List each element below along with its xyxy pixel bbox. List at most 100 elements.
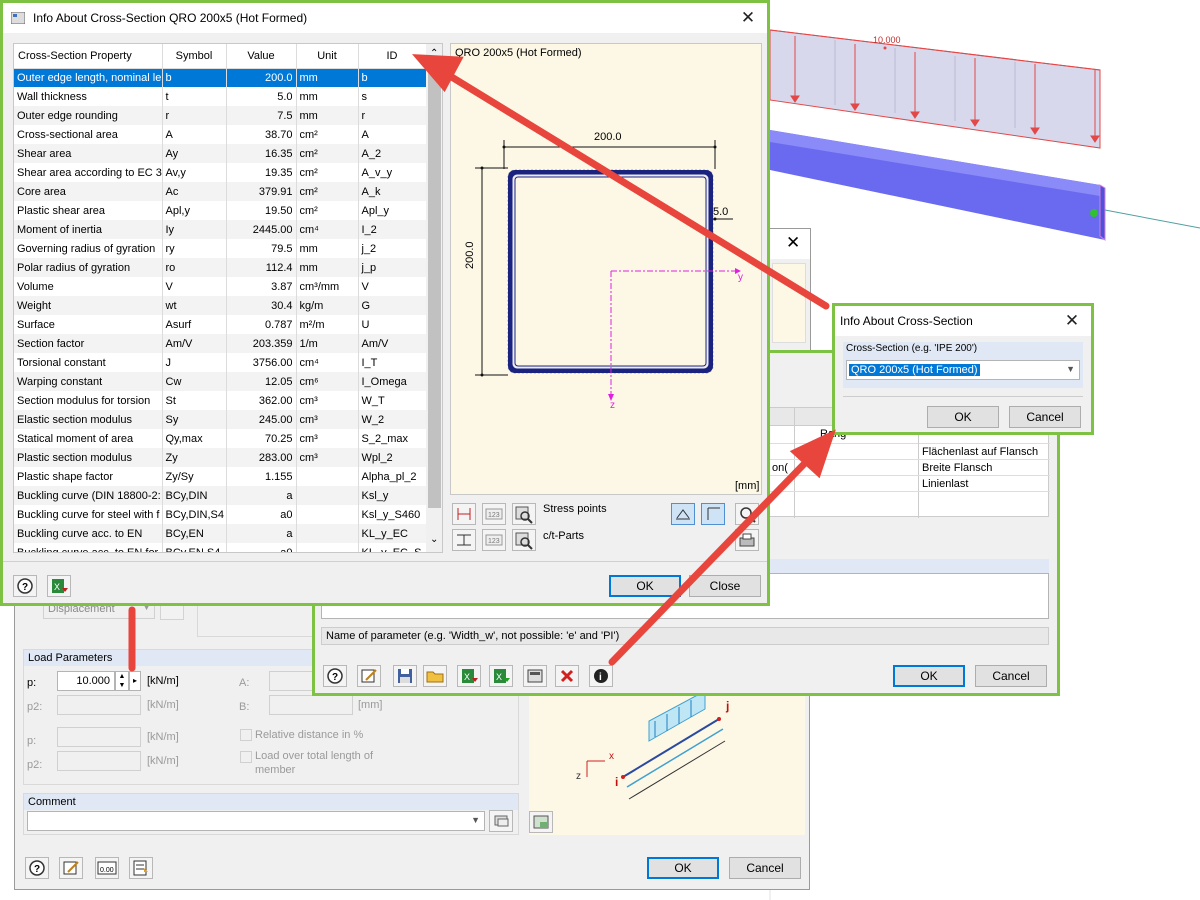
zoom-icon[interactable] — [512, 503, 536, 525]
close-icon[interactable]: ✕ — [1061, 310, 1083, 332]
table-row[interactable]: Warping constant Cw 12.05 cm⁶ I_Omega — [14, 372, 427, 391]
table-row[interactable]: Governing radius of gyration ry 79.5 mm j_2 — [14, 239, 427, 258]
import-excel-icon[interactable]: X — [489, 665, 513, 687]
ct-zoom-icon[interactable] — [512, 529, 536, 551]
scroll-up-icon[interactable]: ⌃ — [430, 48, 438, 59]
cross-section-select[interactable]: QRO 200x5 (Hot Formed) ▼ — [846, 360, 1080, 380]
cell-property: Shear area — [14, 144, 163, 163]
a-input[interactable] — [269, 671, 315, 691]
param-row-1[interactable]: Flächenlast auf Flansch — [922, 446, 1038, 458]
numeric-format-button[interactable]: 0.00 — [95, 857, 119, 879]
ct-dimension-icon[interactable] — [452, 529, 476, 551]
cell-symbol: ro — [162, 258, 227, 277]
p2-unit-1: [kN/m] — [147, 699, 179, 711]
col-property-header[interactable]: Cross-Section Property — [14, 44, 163, 69]
relative-distance-checkbox[interactable] — [240, 729, 252, 741]
table-row[interactable]: Buckling curve acc. to EN for BCy,EN,S4 a0… — [14, 543, 427, 552]
table-row[interactable]: Cross-sectional area A 38.70 cm² A — [14, 125, 427, 144]
load-cancel-button[interactable]: Cancel — [729, 857, 801, 879]
print-icon[interactable] — [735, 529, 759, 551]
table-row[interactable]: Plastic shear area Apl,y 19.50 cm² Apl_y — [14, 201, 427, 220]
parameter-cancel-button[interactable]: Cancel — [975, 665, 1047, 687]
col-id-header[interactable]: ID — [358, 44, 427, 69]
ct-numbering-icon[interactable]: 123 — [482, 529, 506, 551]
cross-section-ok-button[interactable]: OK — [927, 406, 999, 428]
table-row[interactable]: Outer edge length, nominal le b 200.0 mm b — [14, 68, 427, 87]
cell-unit: cm³/mm — [296, 277, 359, 296]
close-icon[interactable]: ✕ — [786, 233, 800, 253]
open-folder-icon[interactable] — [423, 665, 447, 687]
table-row[interactable]: Section factor Am/V 203.359 1/m Am/V — [14, 334, 427, 353]
table-row[interactable]: Volume V 3.87 cm³/mm V — [14, 277, 427, 296]
table-row[interactable]: Section modulus for torsion St 362.00 cm³ W_… — [14, 391, 427, 410]
view-iso-icon[interactable] — [671, 503, 695, 525]
cross-section-cancel-button[interactable]: Cancel — [1009, 406, 1081, 428]
table-row[interactable]: Elastic section modulus Sy 245.00 cm³ W_2 — [14, 410, 427, 429]
table-options-button[interactable] — [129, 857, 153, 879]
diagram-options-button[interactable] — [529, 811, 553, 833]
table-row[interactable]: Plastic section modulus Zy 283.00 cm³ Wpl_2 — [14, 448, 427, 467]
export-excel-button[interactable]: X — [47, 575, 71, 597]
load-value-label: 10.000 — [873, 35, 901, 45]
col-symbol-header[interactable]: Symbol — [162, 44, 227, 69]
scroll-down-icon[interactable]: ⌄ — [430, 534, 438, 545]
table-row[interactable]: Shear area Ay 16.35 cm² A_2 — [14, 144, 427, 163]
numbering-icon[interactable]: 123 — [482, 503, 506, 525]
comment-input[interactable]: ▼ — [27, 811, 485, 831]
table-row[interactable]: Outer edge rounding r 7.5 mm r — [14, 106, 427, 125]
export-excel-icon[interactable]: X — [457, 665, 481, 687]
cell-value: 2445.00 — [226, 220, 297, 239]
table-row[interactable]: Moment of inertia Iy 2445.00 cm⁴ I_2 — [14, 220, 427, 239]
info-icon[interactable]: i — [589, 665, 613, 687]
help-button[interactable]: ? — [13, 575, 37, 597]
load-over-total-checkbox[interactable] — [240, 751, 252, 763]
col-unit-header[interactable]: Unit — [296, 44, 359, 69]
delete-icon[interactable] — [555, 665, 579, 687]
table-row[interactable]: Shear area according to EC 3 Av,y 19.35 cm²… — [14, 163, 427, 182]
cell-symbol: J — [162, 353, 227, 372]
p-input[interactable]: 10.000 — [57, 671, 115, 691]
table-row[interactable]: Buckling curve for steel with f BCy,DIN,S… — [14, 505, 427, 524]
info-dialog-titlebar: Info About Cross-Section QRO 200x5 (Hot … — [3, 3, 767, 33]
p2-input-2[interactable] — [57, 751, 141, 771]
view-axes-icon[interactable] — [701, 503, 725, 525]
table-row[interactable]: Torsional constant J 3756.00 cm⁴ I_T — [14, 353, 427, 372]
info-ok-button[interactable]: OK — [609, 575, 681, 597]
p2-input-1[interactable] — [57, 695, 141, 715]
param-row-3[interactable]: Linienlast — [922, 478, 968, 490]
b-input[interactable] — [269, 695, 353, 715]
table-row[interactable]: Weight wt 30.4 kg/m G — [14, 296, 427, 315]
comment-edit-button[interactable] — [489, 810, 513, 832]
dimension-icon[interactable] — [452, 503, 476, 525]
p-arrow-button[interactable]: ▸ — [129, 671, 141, 691]
cell-property: Shear area according to EC 3 — [14, 163, 163, 182]
cell-symbol: Asurf — [162, 315, 227, 334]
help-button[interactable]: ? — [25, 857, 49, 879]
cell-value: 7.5 — [226, 106, 297, 125]
table-row[interactable]: Plastic shape factor Zy/Sy 1.155 Alpha_pl_2 — [14, 467, 427, 486]
parameter-ok-button[interactable]: OK — [893, 665, 965, 687]
help-button[interactable]: ? — [323, 665, 347, 687]
table-scrollbar[interactable]: ⌃ ⌄ — [426, 44, 442, 552]
table-row[interactable]: Polar radius of gyration ro 112.4 mm j_p — [14, 258, 427, 277]
scroll-thumb[interactable] — [428, 68, 441, 508]
col-value-header[interactable]: Value — [226, 44, 297, 69]
p-input-2[interactable] — [57, 727, 141, 747]
p-spinner[interactable]: ▲ ▼ — [115, 671, 129, 691]
search-icon[interactable] — [735, 503, 759, 525]
load-ok-button[interactable]: OK — [647, 857, 719, 879]
table-row[interactable]: Statical moment of area Qy,max 70.25 cm³ S_2… — [14, 429, 427, 448]
edit-button[interactable] — [357, 665, 381, 687]
param-row-2[interactable]: Breite Flansch — [922, 462, 992, 474]
table-row[interactable]: Buckling curve acc. to EN BCy,EN a KL_y_EC — [14, 524, 427, 543]
calculator-icon[interactable] — [523, 665, 547, 687]
save-icon[interactable] — [393, 665, 417, 687]
table-row[interactable]: Core area Ac 379.91 cm² A_k — [14, 182, 427, 201]
close-icon[interactable]: ✕ — [737, 7, 759, 29]
table-row[interactable]: Surface Asurf 0.787 m²/m U — [14, 315, 427, 334]
info-close-button[interactable]: Close — [689, 575, 761, 597]
table-row[interactable]: Buckling curve (DIN 18800-2: BCy,DIN a Ksl_… — [14, 486, 427, 505]
table-row[interactable]: Wall thickness t 5.0 mm s — [14, 87, 427, 106]
cell-property: Surface — [14, 315, 163, 334]
edit-button[interactable] — [59, 857, 83, 879]
